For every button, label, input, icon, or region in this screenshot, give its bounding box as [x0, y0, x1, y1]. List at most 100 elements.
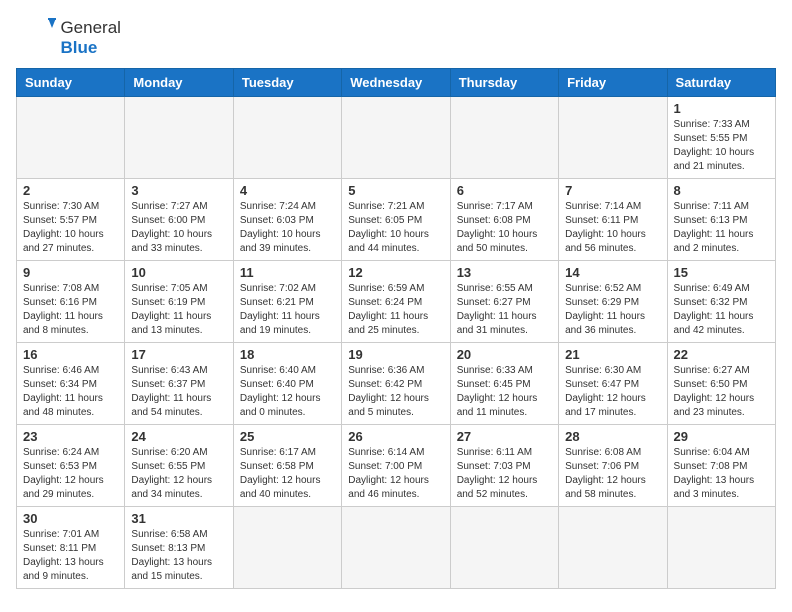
header: General Blue — [16, 16, 776, 58]
day-cell: 14 Sunrise: 6:52 AM Sunset: 6:29 PM Dayli… — [559, 261, 667, 343]
week-row-4: 16 Sunrise: 6:46 AM Sunset: 6:34 PM Dayli… — [17, 343, 776, 425]
day-cell: 12Sunrise: 6:59 AM Sunset: 6:24 PM Dayli… — [342, 261, 450, 343]
day-cell: 17 Sunrise: 6:43 AM Sunset: 6:37 PM Dayli… — [125, 343, 233, 425]
logo-general-text: General — [60, 18, 120, 37]
day-info: Sunrise: 6:46 AM Sunset: 6:34 PM Dayligh… — [23, 364, 118, 420]
day-cell — [450, 507, 558, 589]
day-cell: 1 Sunrise: 7:33 AM Sunset: 5:55 PM Daylig… — [667, 97, 775, 179]
day-number: 30 — [23, 511, 118, 526]
day-info: Sunrise: 6:17 AM Sunset: 6:58 PM Dayligh… — [240, 446, 335, 502]
day-number: 24 — [131, 429, 226, 444]
day-info: Sunrise: 6:08 AM Sunset: 7:06 PM Dayligh… — [565, 446, 660, 502]
week-row-3: 9 Sunrise: 7:08 AM Sunset: 6:16 PM Daylig… — [17, 261, 776, 343]
day-cell: 2 Sunrise: 7:30 AM Sunset: 5:57 PM Daylig… — [17, 179, 125, 261]
day-cell: 25 Sunrise: 6:17 AM Sunset: 6:58 PM Dayli… — [233, 425, 341, 507]
day-cell: 20Sunrise: 6:33 AM Sunset: 6:45 PM Dayli… — [450, 343, 558, 425]
day-number: 27 — [457, 429, 552, 444]
day-number: 10 — [131, 265, 226, 280]
day-cell — [342, 97, 450, 179]
day-number: 9 — [23, 265, 118, 280]
day-number: 29 — [674, 429, 769, 444]
logo-blue-text: Blue — [60, 38, 97, 57]
day-number: 16 — [23, 347, 118, 362]
logo-container: General Blue — [16, 16, 121, 58]
day-info: Sunrise: 6:30 AM Sunset: 6:47 PM Dayligh… — [565, 364, 660, 420]
weekday-header-wednesday: Wednesday — [342, 69, 450, 97]
day-info: Sunrise: 6:49 AM Sunset: 6:32 PM Dayligh… — [674, 282, 769, 338]
day-cell: 16 Sunrise: 6:46 AM Sunset: 6:34 PM Dayli… — [17, 343, 125, 425]
day-cell: 28 Sunrise: 6:08 AM Sunset: 7:06 PM Dayli… — [559, 425, 667, 507]
week-row-5: 23 Sunrise: 6:24 AM Sunset: 6:53 PM Dayli… — [17, 425, 776, 507]
day-number: 17 — [131, 347, 226, 362]
weekday-header-saturday: Saturday — [667, 69, 775, 97]
day-cell — [450, 97, 558, 179]
day-number: 8 — [674, 183, 769, 198]
day-info: Sunrise: 7:08 AM Sunset: 6:16 PM Dayligh… — [23, 282, 118, 338]
day-cell: 27 Sunrise: 6:11 AM Sunset: 7:03 PM Dayli… — [450, 425, 558, 507]
day-info: Sunrise: 7:24 AM Sunset: 6:03 PM Dayligh… — [240, 200, 335, 256]
day-cell: 29Sunrise: 6:04 AM Sunset: 7:08 PM Dayli… — [667, 425, 775, 507]
day-number: 31 — [131, 511, 226, 526]
weekday-header-friday: Friday — [559, 69, 667, 97]
day-number: 2 — [23, 183, 118, 198]
day-number: 1 — [674, 101, 769, 116]
day-number: 22 — [674, 347, 769, 362]
day-cell: 30Sunrise: 7:01 AM Sunset: 8:11 PM Dayli… — [17, 507, 125, 589]
week-row-2: 2 Sunrise: 7:30 AM Sunset: 5:57 PM Daylig… — [17, 179, 776, 261]
day-cell: 15 Sunrise: 6:49 AM Sunset: 6:32 PM Dayli… — [667, 261, 775, 343]
day-cell: 26 Sunrise: 6:14 AM Sunset: 7:00 PM Dayli… — [342, 425, 450, 507]
day-number: 15 — [674, 265, 769, 280]
day-info: Sunrise: 7:02 AM Sunset: 6:21 PM Dayligh… — [240, 282, 335, 338]
day-cell — [559, 97, 667, 179]
day-number: 19 — [348, 347, 443, 362]
day-number: 14 — [565, 265, 660, 280]
day-cell: 13 Sunrise: 6:55 AM Sunset: 6:27 PM Dayli… — [450, 261, 558, 343]
day-number: 11 — [240, 265, 335, 280]
day-cell — [342, 507, 450, 589]
day-info: Sunrise: 6:43 AM Sunset: 6:37 PM Dayligh… — [131, 364, 226, 420]
day-number: 23 — [23, 429, 118, 444]
day-cell — [17, 97, 125, 179]
day-info: Sunrise: 6:33 AM Sunset: 6:45 PM Dayligh… — [457, 364, 552, 420]
day-cell — [125, 97, 233, 179]
day-info: Sunrise: 7:30 AM Sunset: 5:57 PM Dayligh… — [23, 200, 118, 256]
day-cell: 3 Sunrise: 7:27 AM Sunset: 6:00 PM Daylig… — [125, 179, 233, 261]
day-number: 3 — [131, 183, 226, 198]
day-number: 4 — [240, 183, 335, 198]
day-info: Sunrise: 6:55 AM Sunset: 6:27 PM Dayligh… — [457, 282, 552, 338]
day-cell: 6 Sunrise: 7:17 AM Sunset: 6:08 PM Daylig… — [450, 179, 558, 261]
day-number: 6 — [457, 183, 552, 198]
day-cell: 31 Sunrise: 6:58 AM Sunset: 8:13 PM Dayli… — [125, 507, 233, 589]
day-cell: 19Sunrise: 6:36 AM Sunset: 6:42 PM Dayli… — [342, 343, 450, 425]
logo: General Blue — [16, 16, 121, 58]
day-info: Sunrise: 7:33 AM Sunset: 5:55 PM Dayligh… — [674, 118, 769, 174]
day-cell: 11 Sunrise: 7:02 AM Sunset: 6:21 PM Dayli… — [233, 261, 341, 343]
day-info: Sunrise: 7:14 AM Sunset: 6:11 PM Dayligh… — [565, 200, 660, 256]
day-number: 5 — [348, 183, 443, 198]
day-info: Sunrise: 7:17 AM Sunset: 6:08 PM Dayligh… — [457, 200, 552, 256]
day-info: Sunrise: 7:05 AM Sunset: 6:19 PM Dayligh… — [131, 282, 226, 338]
day-number: 25 — [240, 429, 335, 444]
week-row-6: 30Sunrise: 7:01 AM Sunset: 8:11 PM Dayli… — [17, 507, 776, 589]
weekday-header-thursday: Thursday — [450, 69, 558, 97]
day-number: 28 — [565, 429, 660, 444]
calendar: SundayMondayTuesdayWednesdayThursdayFrid… — [16, 68, 776, 589]
day-number: 26 — [348, 429, 443, 444]
day-cell: 8Sunrise: 7:11 AM Sunset: 6:13 PM Daylig… — [667, 179, 775, 261]
day-info: Sunrise: 6:58 AM Sunset: 8:13 PM Dayligh… — [131, 528, 226, 584]
day-cell: 22Sunrise: 6:27 AM Sunset: 6:50 PM Dayli… — [667, 343, 775, 425]
day-info: Sunrise: 7:27 AM Sunset: 6:00 PM Dayligh… — [131, 200, 226, 256]
day-cell: 18Sunrise: 6:40 AM Sunset: 6:40 PM Dayli… — [233, 343, 341, 425]
day-info: Sunrise: 6:11 AM Sunset: 7:03 PM Dayligh… — [457, 446, 552, 502]
day-info: Sunrise: 6:52 AM Sunset: 6:29 PM Dayligh… — [565, 282, 660, 338]
day-cell: 4 Sunrise: 7:24 AM Sunset: 6:03 PM Daylig… — [233, 179, 341, 261]
day-cell — [233, 97, 341, 179]
day-info: Sunrise: 6:20 AM Sunset: 6:55 PM Dayligh… — [131, 446, 226, 502]
day-info: Sunrise: 6:14 AM Sunset: 7:00 PM Dayligh… — [348, 446, 443, 502]
day-cell — [233, 507, 341, 589]
day-number: 13 — [457, 265, 552, 280]
day-cell: 23 Sunrise: 6:24 AM Sunset: 6:53 PM Dayli… — [17, 425, 125, 507]
week-row-1: 1 Sunrise: 7:33 AM Sunset: 5:55 PM Daylig… — [17, 97, 776, 179]
day-info: Sunrise: 6:24 AM Sunset: 6:53 PM Dayligh… — [23, 446, 118, 502]
day-cell: 7Sunrise: 7:14 AM Sunset: 6:11 PM Daylig… — [559, 179, 667, 261]
